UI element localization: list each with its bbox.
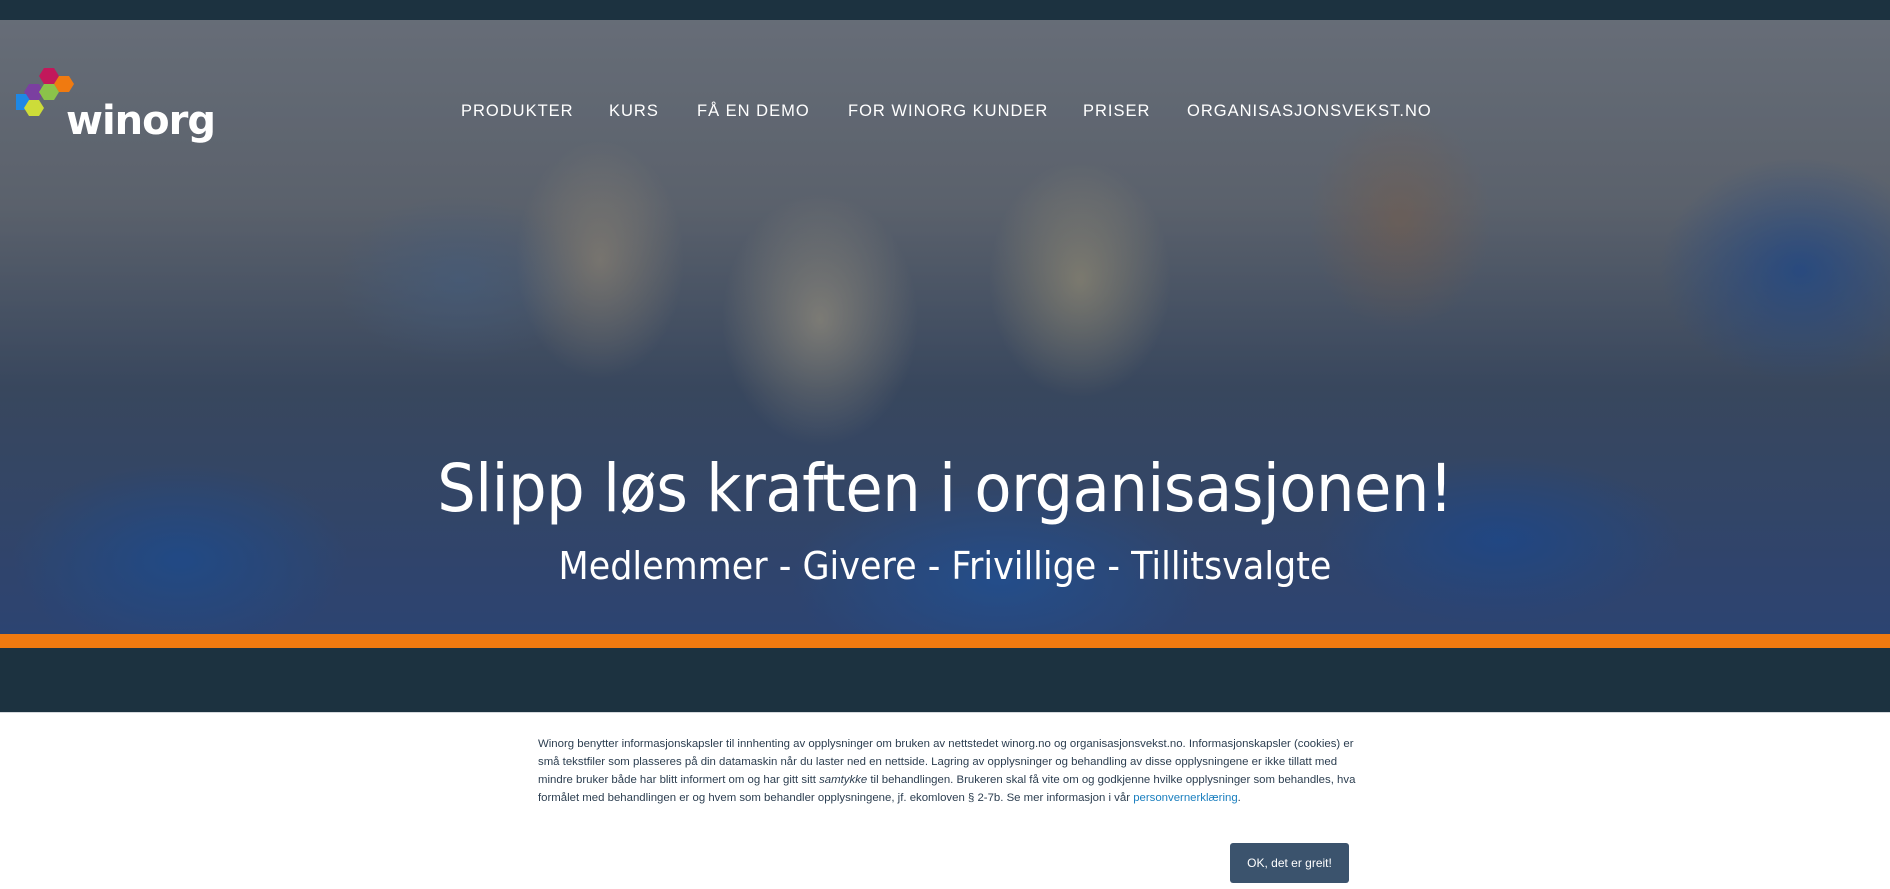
hero-banner: winorg PRODUKTER KURS FÅ EN DEMO FOR WIN… [0,20,1890,634]
cookie-accept-button[interactable]: OK, det er greit! [1230,843,1349,883]
nav-demo[interactable]: FÅ EN DEMO [697,102,810,121]
nav-winorg-kunder[interactable]: FOR WINORG KUNDER [848,102,1048,121]
hero-subheadline: Medlemmer - Givere - Frivillige - Tillit… [558,544,1332,588]
main-nav: PRODUKTER KURS FÅ EN DEMO FOR WINORG KUN… [0,102,1890,126]
nav-priser[interactable]: PRISER [1083,102,1150,121]
cookie-banner: Winorg benytter informasjonskapsler til … [0,712,1890,889]
cookie-text-italic: samtykke [819,774,868,786]
dark-band [0,648,1890,712]
nav-organisasjonsvekst[interactable]: ORGANISASJONSVEKST.NO [1187,102,1432,121]
nav-kurs[interactable]: KURS [609,102,659,121]
cookie-text: Winorg benytter informasjonskapsler til … [538,735,1356,807]
cookie-text-end: . [1237,792,1241,804]
nav-produkter[interactable]: PRODUKTER [461,102,574,121]
accent-divider [0,634,1890,648]
top-strip [0,0,1890,20]
hero-headline: Slipp løs kraften i organisasjonen! [437,450,1453,527]
privacy-policy-link[interactable]: personvernerklæring [1133,792,1237,804]
